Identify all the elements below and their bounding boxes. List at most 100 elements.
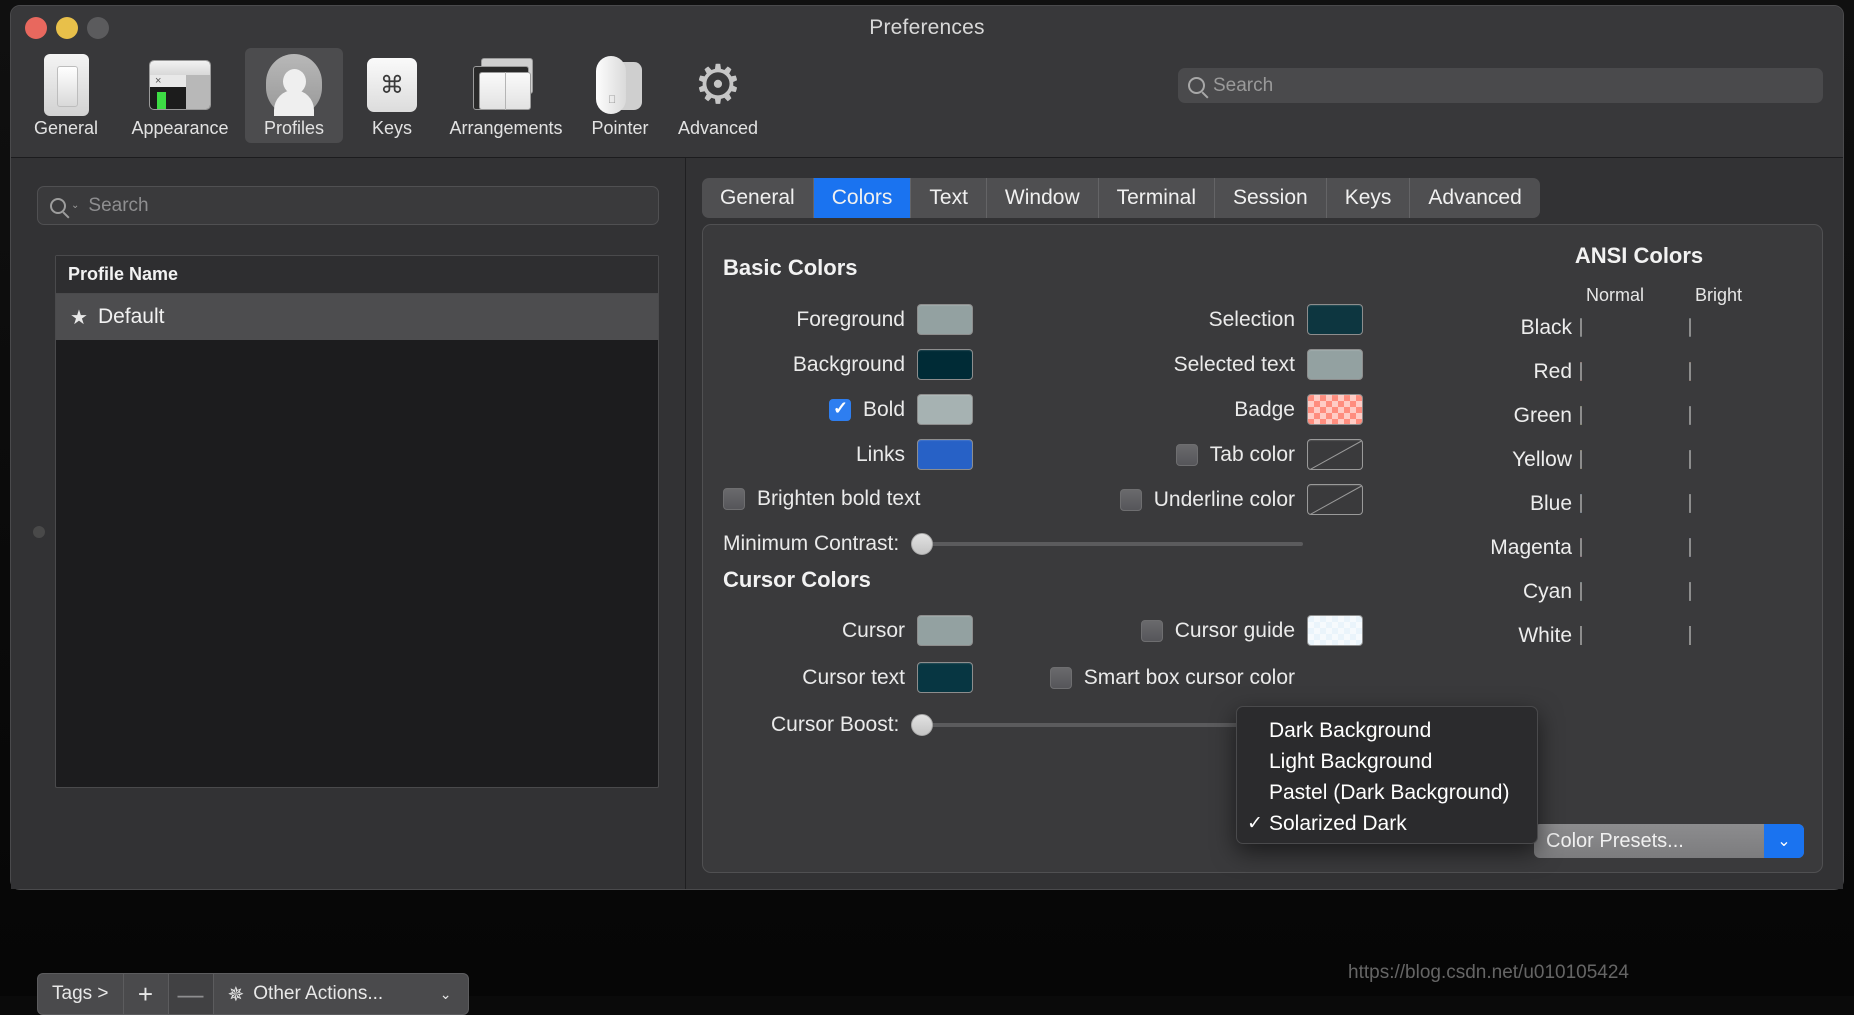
toolbar-label-profiles: Profiles	[263, 118, 325, 138]
menu-item-label: Pastel (Dark Background)	[1269, 780, 1510, 804]
toolbar-item-general[interactable]: General	[17, 48, 115, 143]
ansi-row-magenta: Magenta	[1474, 526, 1804, 570]
ansi-blue-normal-swatch[interactable]	[1580, 494, 1582, 513]
toolbar-label-general: General	[33, 118, 99, 138]
cursor-text-swatch[interactable]	[917, 662, 973, 693]
toolbar-label-keys: Keys	[371, 118, 413, 138]
background-label: Background	[792, 352, 905, 376]
toolbar-search-field[interactable]: Search	[1178, 68, 1823, 103]
cursor-swatch[interactable]	[917, 615, 973, 646]
color-presets-menu[interactable]: Dark Background Light Background Pastel …	[1236, 706, 1538, 844]
brighten-bold-text-label: Brighten bold text	[757, 487, 921, 510]
ansi-cyan-normal-swatch[interactable]	[1580, 582, 1582, 601]
menu-item-dark-background[interactable]: Dark Background	[1237, 715, 1537, 746]
tab-advanced[interactable]: Advanced	[1410, 178, 1539, 218]
tags-button[interactable]: Tags >	[37, 973, 124, 1015]
ansi-green-normal-swatch[interactable]	[1580, 406, 1582, 425]
tab-session[interactable]: Session	[1215, 178, 1327, 218]
cursor-guide-checkbox[interactable]	[1140, 619, 1163, 642]
keys-icon: ⌘	[367, 54, 417, 116]
menu-item-light-background[interactable]: Light Background	[1237, 746, 1537, 777]
pane-resize-handle[interactable]	[33, 526, 45, 538]
menu-item-solarized-dark[interactable]: ✓ Solarized Dark	[1237, 808, 1537, 839]
profiles-icon	[266, 54, 322, 116]
arrangements-icon	[473, 54, 539, 116]
smart-box-cursor-color-checkbox[interactable]	[1049, 666, 1072, 689]
tab-text[interactable]: Text	[911, 178, 987, 218]
underline-color-checkbox[interactable]	[1119, 488, 1142, 511]
ansi-blue-bright-swatch[interactable]	[1689, 494, 1691, 513]
cursor-guide-swatch[interactable]	[1307, 615, 1363, 646]
selection-label: Selection	[1208, 307, 1295, 331]
brighten-bold-text-checkbox[interactable]	[723, 488, 745, 510]
selected-text-label: Selected text	[1173, 352, 1295, 376]
bold-label: Bold	[862, 397, 905, 421]
search-icon	[50, 197, 66, 214]
ansi-magenta-bright-swatch[interactable]	[1689, 538, 1691, 557]
menu-item-pastel-dark-background[interactable]: Pastel (Dark Background)	[1237, 777, 1537, 808]
ansi-black-normal-swatch[interactable]	[1580, 318, 1582, 337]
badge-swatch[interactable]	[1307, 394, 1363, 425]
ansi-label-yellow: Yellow	[1512, 448, 1572, 471]
add-profile-button[interactable]: +	[122, 973, 169, 1015]
toolbar-label-pointer: Pointer	[591, 118, 649, 138]
menu-item-label: Solarized Dark	[1269, 811, 1407, 835]
cursor-boost-row: Cursor Boost:	[771, 713, 1303, 737]
ansi-white-normal-swatch[interactable]	[1580, 626, 1582, 645]
links-swatch[interactable]	[917, 439, 973, 470]
ansi-black-bright-swatch[interactable]	[1689, 318, 1691, 337]
toolbar-item-profiles[interactable]: Profiles	[245, 48, 343, 143]
chevron-down-icon[interactable]: ⌄	[71, 200, 79, 211]
tab-color-swatch[interactable]	[1307, 439, 1363, 470]
ansi-row-red: Red	[1474, 350, 1804, 394]
ansi-yellow-normal-swatch[interactable]	[1580, 450, 1582, 469]
tab-terminal[interactable]: Terminal	[1099, 178, 1215, 218]
color-presets-button[interactable]: Color Presets... ⌄	[1534, 824, 1804, 858]
smart-box-cursor-color-row: Smart box cursor color	[1003, 654, 1363, 701]
slider-knob[interactable]	[911, 714, 934, 736]
ansi-white-bright-swatch[interactable]	[1689, 626, 1691, 645]
toolbar-item-appearance[interactable]: × Appearance	[115, 48, 245, 143]
tab-color-checkbox[interactable]	[1175, 443, 1198, 466]
gear-icon: ✵	[227, 983, 245, 1006]
toolbar-item-advanced[interactable]: ⚙ Advanced	[669, 48, 767, 143]
minimum-contrast-slider[interactable]	[911, 533, 1303, 555]
selected-text-swatch[interactable]	[1307, 349, 1363, 380]
ansi-row-white: White	[1474, 614, 1804, 658]
bold-swatch[interactable]	[917, 394, 973, 425]
ansi-magenta-normal-swatch[interactable]	[1580, 538, 1582, 557]
table-row[interactable]: ★ Default	[56, 294, 658, 340]
underline-color-label: Underline color	[1153, 487, 1295, 511]
tab-keys[interactable]: Keys	[1327, 178, 1411, 218]
ansi-colors-section: ANSI Colors Normal Bright Black Red Gree…	[1474, 243, 1804, 658]
chevron-down-icon[interactable]: ⌄	[1764, 824, 1804, 858]
remove-profile-button[interactable]: —	[167, 973, 214, 1015]
underline-color-swatch[interactable]	[1307, 484, 1363, 515]
profile-column-header: Profile Name	[56, 256, 658, 294]
profile-list-table[interactable]: Profile Name ★ Default	[55, 255, 659, 788]
background-swatch[interactable]	[917, 349, 973, 380]
tab-general[interactable]: General	[702, 178, 814, 218]
ansi-green-bright-swatch[interactable]	[1689, 406, 1691, 425]
chevron-down-icon: ⌄	[439, 985, 452, 1002]
selection-swatch[interactable]	[1307, 304, 1363, 335]
ansi-row-yellow: Yellow	[1474, 438, 1804, 482]
foreground-swatch[interactable]	[917, 304, 973, 335]
ansi-label-green: Green	[1513, 404, 1572, 427]
tab-window[interactable]: Window	[987, 178, 1099, 218]
ansi-red-bright-swatch[interactable]	[1689, 362, 1691, 381]
ansi-column-headers: Normal Bright	[1474, 285, 1804, 306]
other-actions-button[interactable]: ✵ Other Actions... ⌄	[212, 973, 469, 1015]
watermark-text: https://blog.csdn.net/u010105424	[1348, 962, 1630, 983]
ansi-cyan-bright-swatch[interactable]	[1689, 582, 1691, 601]
slider-knob[interactable]	[911, 533, 934, 555]
profile-search-input[interactable]: ⌄ Search	[37, 186, 659, 225]
toolbar-search-placeholder: Search	[1213, 74, 1274, 96]
toolbar-item-arrangements[interactable]: Arrangements	[441, 48, 571, 143]
ansi-yellow-bright-swatch[interactable]	[1689, 450, 1691, 469]
bold-checkbox[interactable]	[828, 397, 851, 421]
toolbar-item-pointer[interactable]:  Pointer	[571, 48, 669, 143]
ansi-red-normal-swatch[interactable]	[1580, 362, 1582, 381]
toolbar-item-keys[interactable]: ⌘ Keys	[343, 48, 441, 143]
tab-colors[interactable]: Colors	[813, 178, 912, 218]
